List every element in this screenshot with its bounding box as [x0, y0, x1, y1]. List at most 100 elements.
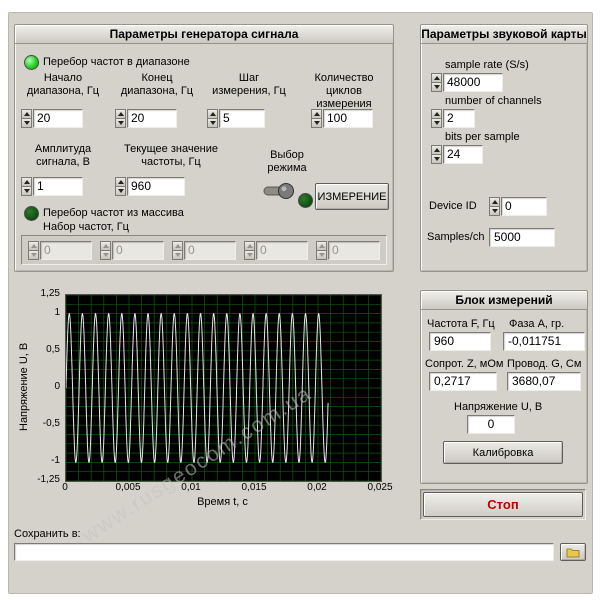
increment-arrow-icon[interactable] — [21, 109, 32, 119]
increment-arrow-icon[interactable] — [21, 177, 32, 187]
frequency-array: 0 0 0 0 0 — [21, 235, 387, 265]
array-sweep-led-indicator — [24, 206, 39, 221]
step-label-line2: измерения, Гц — [205, 85, 293, 98]
decrement-arrow-icon[interactable] — [311, 119, 322, 128]
measure-button[interactable]: ИЗМЕРЕНИЕ — [315, 183, 389, 210]
decrement-arrow-icon[interactable] — [431, 83, 442, 92]
waveform-graph: Напряжение U, В 1,2510,50-0,5-1-1,25 00,… — [14, 282, 392, 520]
channels-spinner[interactable]: 2 — [431, 109, 475, 128]
bits-per-sample-label: bits per sample — [445, 131, 520, 143]
increment-arrow-icon[interactable] — [244, 241, 255, 251]
device-id-value[interactable]: 0 — [501, 197, 547, 216]
samples-per-channel-value: 5000 — [489, 228, 555, 247]
measure-status-led-indicator — [298, 193, 313, 208]
measurement-panel: Блок измерений Частота F, Гц Фаза А, гр.… — [420, 290, 588, 484]
stop-button[interactable]: Стоп — [423, 492, 583, 517]
increment-arrow-icon[interactable] — [316, 241, 327, 251]
sound-card-panel: Параметры звуковой карты sample rate (S/… — [420, 24, 588, 272]
amplitude-label-line1: Амплитуда — [17, 143, 109, 156]
amplitude-value[interactable]: 1 — [33, 177, 83, 196]
decrement-arrow-icon[interactable] — [115, 119, 126, 128]
frequency-result-label: Частота F, Гц — [427, 318, 495, 330]
x-axis-tick-label: 0 — [62, 482, 68, 493]
bits-per-sample-spinner[interactable]: 24 — [431, 145, 483, 164]
frequency-array-element-spinner[interactable]: 0 — [244, 241, 308, 260]
increment-arrow-icon[interactable] — [28, 241, 39, 251]
current-frequency-value[interactable]: 960 — [127, 177, 185, 196]
increment-arrow-icon[interactable] — [172, 241, 183, 251]
range-end-spinner[interactable]: 20 — [115, 109, 177, 128]
frequency-array-element-spinner[interactable]: 0 — [28, 241, 92, 260]
voltage-result-label: Напряжение U, В — [454, 401, 542, 413]
x-axis-ticks: 00,0050,010,0150,020,025 — [65, 482, 380, 494]
frequency-array-value[interactable]: 0 — [184, 241, 236, 260]
range-end-label-line2: диапазона, Гц — [111, 85, 203, 98]
increment-arrow-icon[interactable] — [115, 177, 126, 187]
frequency-array-value[interactable]: 0 — [40, 241, 92, 260]
decrement-arrow-icon[interactable] — [431, 155, 442, 164]
browse-folder-button[interactable] — [560, 543, 586, 561]
y-axis-tick-label: 1 — [26, 307, 60, 318]
decrement-arrow-icon[interactable] — [244, 251, 255, 260]
device-id-spinner[interactable]: 0 — [489, 197, 547, 216]
decrement-arrow-icon[interactable] — [207, 119, 218, 128]
save-path-input[interactable] — [14, 543, 554, 561]
frequency-array-element-spinner[interactable]: 0 — [316, 241, 380, 260]
frequency-array-value[interactable]: 0 — [112, 241, 164, 260]
step-value[interactable]: 5 — [219, 109, 265, 128]
sample-rate-spinner[interactable]: 48000 — [431, 73, 503, 92]
range-sweep-led-indicator — [24, 55, 39, 70]
increment-arrow-icon[interactable] — [115, 109, 126, 119]
voltage-result-value: 0 — [467, 415, 515, 434]
frequency-array-element-spinner[interactable]: 0 — [172, 241, 236, 260]
decrement-arrow-icon[interactable] — [172, 251, 183, 260]
increment-arrow-icon[interactable] — [431, 109, 442, 119]
amplitude-spinner[interactable]: 1 — [21, 177, 83, 196]
frequency-array-element-spinner[interactable]: 0 — [100, 241, 164, 260]
increment-arrow-icon[interactable] — [100, 241, 111, 251]
samples-per-channel-label: Samples/ch — [427, 231, 484, 243]
channels-label: number of channels — [445, 95, 542, 107]
increment-arrow-icon[interactable] — [311, 109, 322, 119]
increment-arrow-icon[interactable] — [431, 145, 442, 155]
range-start-label-line2: диапазона, Гц — [17, 85, 109, 98]
range-end-value[interactable]: 20 — [127, 109, 177, 128]
range-start-value[interactable]: 20 — [33, 109, 83, 128]
cycles-label-line2: циклов измерения — [297, 85, 391, 111]
calibrate-button[interactable]: Калибровка — [443, 441, 563, 464]
range-end-label: Конец диапазона, Гц — [111, 72, 203, 98]
step-spinner[interactable]: 5 — [207, 109, 265, 128]
decrement-arrow-icon[interactable] — [115, 187, 126, 196]
range-sweep-label: Перебор частот в диапазоне — [43, 56, 190, 68]
decrement-arrow-icon[interactable] — [28, 251, 39, 260]
frequency-set-label: Набор частот, Гц — [43, 221, 129, 233]
channels-value[interactable]: 2 — [443, 109, 475, 128]
frequency-array-value[interactable]: 0 — [256, 241, 308, 260]
mode-select-label-line1: Выбор — [247, 149, 327, 162]
mode-toggle-switch[interactable] — [261, 177, 297, 208]
bits-per-sample-value[interactable]: 24 — [443, 145, 483, 164]
increment-arrow-icon[interactable] — [431, 73, 442, 83]
current-frequency-spinner[interactable]: 960 — [115, 177, 185, 196]
increment-arrow-icon[interactable] — [207, 109, 218, 119]
decrement-arrow-icon[interactable] — [21, 119, 32, 128]
waveform-trace — [66, 295, 381, 481]
y-axis-tick-label: -1 — [26, 455, 60, 466]
increment-arrow-icon[interactable] — [489, 197, 500, 207]
sample-rate-value[interactable]: 48000 — [443, 73, 503, 92]
x-axis-tick-label: 0,025 — [367, 482, 392, 493]
decrement-arrow-icon[interactable] — [316, 251, 327, 260]
decrement-arrow-icon[interactable] — [489, 207, 500, 216]
amplitude-label: Амплитуда сигнала, В — [17, 143, 109, 169]
range-start-spinner[interactable]: 20 — [21, 109, 83, 128]
decrement-arrow-icon[interactable] — [100, 251, 111, 260]
frequency-array-value[interactable]: 0 — [328, 241, 380, 260]
decrement-arrow-icon[interactable] — [21, 187, 32, 196]
cycles-spinner[interactable]: 100 — [311, 109, 373, 128]
x-axis-tick-label: 0,02 — [307, 482, 326, 493]
x-axis-tick-label: 0,015 — [241, 482, 266, 493]
cycles-value[interactable]: 100 — [323, 109, 373, 128]
phase-result-value: -0,011751 — [503, 332, 585, 351]
current-frequency-label-line1: Текущее значение — [111, 143, 231, 156]
decrement-arrow-icon[interactable] — [431, 119, 442, 128]
